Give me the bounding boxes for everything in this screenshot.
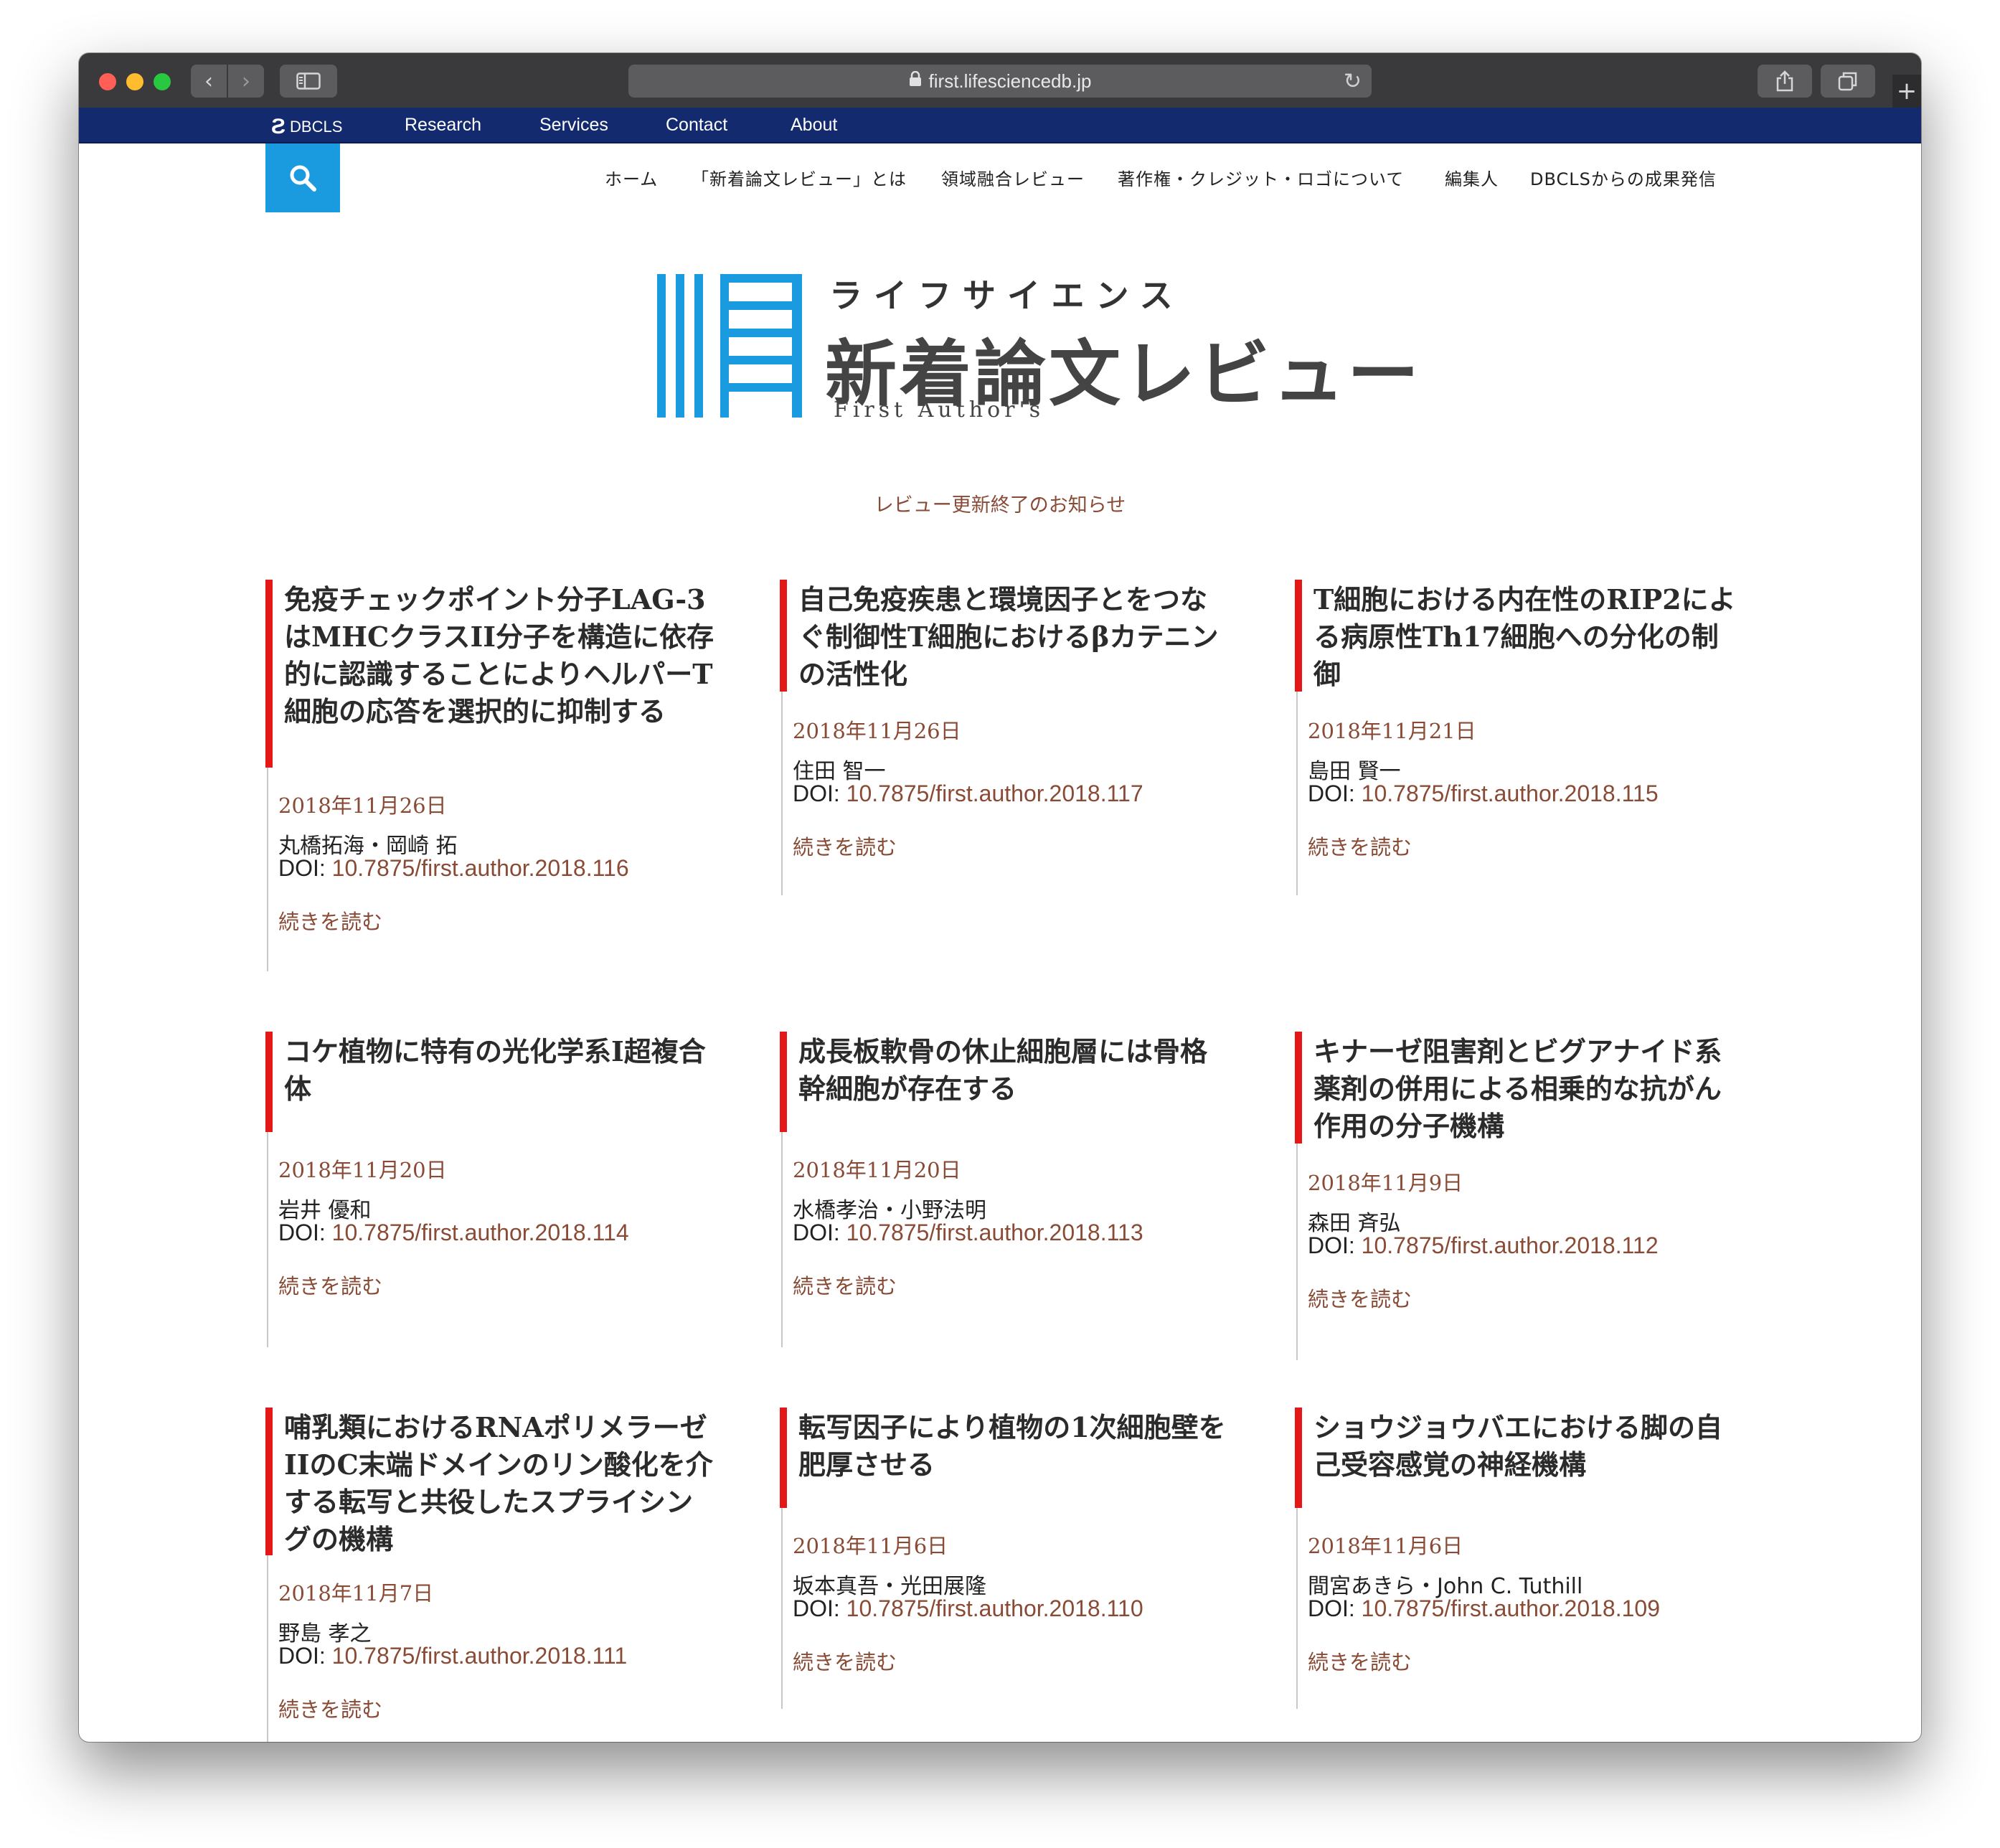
dbcls-bar: Ƨ DBCLS Research Services Contact About <box>79 108 1921 143</box>
dbcls-nav-research[interactable]: Research <box>405 115 481 136</box>
article-title[interactable]: 成長板軟骨の休止細胞層には骨格幹細胞が存在する <box>798 1033 1229 1108</box>
site-nav-editor[interactable]: 編集人 <box>1445 165 1499 190</box>
close-window-button[interactable] <box>99 73 116 90</box>
article-date: 2018年11月26日 <box>278 793 447 818</box>
article-date: 2018年11月7日 <box>278 1581 434 1606</box>
dbcls-nav-contact[interactable]: Contact <box>666 115 727 136</box>
article-doi: DOI: 10.7875/first.author.2018.114 <box>278 1220 629 1245</box>
article-doi: DOI: 10.7875/first.author.2018.110 <box>793 1595 1143 1621</box>
card-accent-bar <box>265 1408 273 1555</box>
reload-icon[interactable]: ↻ <box>1344 69 1362 94</box>
minimize-window-button[interactable] <box>126 73 143 90</box>
article-date: 2018年11月20日 <box>793 1158 961 1182</box>
forward-icon: › <box>242 68 250 94</box>
back-button[interactable]: ‹ <box>191 65 227 98</box>
dbcls-logo-icon: Ƨ <box>271 115 286 138</box>
article-doi: DOI: 10.7875/first.author.2018.111 <box>278 1643 628 1669</box>
article-title[interactable]: 哺乳類におけるRNAポリメラーゼIIのC末端ドメインのリン酸化を介する転写と共役… <box>284 1409 714 1558</box>
article-doi: DOI: 10.7875/first.author.2018.117 <box>793 781 1143 806</box>
read-more-link[interactable]: 続きを読む <box>793 1646 897 1676</box>
doi-link[interactable]: 10.7875/first.author.2018.116 <box>332 855 629 881</box>
card-accent-bar <box>1295 580 1302 692</box>
dbcls-nav-services[interactable]: Services <box>539 115 608 136</box>
site-nav-dbcls-output[interactable]: DBCLSからの成果発信 <box>1530 165 1717 190</box>
card-accent-bar <box>780 1408 787 1508</box>
article-title[interactable]: 免疫チェックポイント分子LAG-3はMHCクラスII分子を構造に依存的に認識する… <box>284 581 714 730</box>
article-doi: DOI: 10.7875/first.author.2018.116 <box>278 855 629 881</box>
zoom-window-button[interactable] <box>154 73 171 90</box>
address-bar[interactable]: first.lifesciencedb.jp ↻ <box>628 65 1372 98</box>
doi-link[interactable]: 10.7875/first.author.2018.114 <box>332 1220 629 1245</box>
article-title[interactable]: コケ植物に特有の光化学系I超複合体 <box>284 1033 714 1108</box>
site-nav-interdisciplinary[interactable]: 領域融合レビュー <box>941 165 1085 190</box>
site-nav-copyright[interactable]: 著作権・クレジット・ロゴについて <box>1118 165 1404 190</box>
read-more-link[interactable]: 続きを読む <box>1308 1646 1412 1676</box>
article-date: 2018年11月9日 <box>1308 1171 1463 1195</box>
card-accent-bar <box>1295 1408 1302 1508</box>
article-date: 2018年11月6日 <box>793 1534 948 1558</box>
card-accent-bar <box>265 1032 273 1132</box>
logo-kana: ライフサイエンス <box>829 276 1184 315</box>
doi-link[interactable]: 10.7875/first.author.2018.112 <box>1362 1232 1659 1258</box>
read-more-link[interactable]: 続きを読む <box>278 1693 382 1723</box>
article-date: 2018年11月20日 <box>278 1158 447 1182</box>
article-doi: DOI: 10.7875/first.author.2018.109 <box>1308 1595 1660 1621</box>
logo-english: First Author's <box>834 397 1045 423</box>
article-title[interactable]: T細胞における内在性のRIP2による病原性Th17細胞への分化の制御 <box>1313 581 1744 693</box>
doi-link[interactable]: 10.7875/first.author.2018.109 <box>1362 1595 1660 1621</box>
article-date: 2018年11月6日 <box>1308 1534 1463 1558</box>
tabs-icon <box>1838 72 1857 91</box>
share-button[interactable] <box>1758 65 1812 98</box>
dbcls-logo[interactable]: Ƨ DBCLS <box>271 115 342 139</box>
site-nav-about-review[interactable]: 「新着論文レビュー」とは <box>692 165 907 190</box>
doi-link[interactable]: 10.7875/first.author.2018.113 <box>846 1220 1143 1245</box>
back-icon: ‹ <box>204 68 213 94</box>
doi-link[interactable]: 10.7875/first.author.2018.117 <box>846 781 1143 806</box>
read-more-link[interactable]: 続きを読む <box>278 1270 382 1300</box>
read-more-link[interactable]: 続きを読む <box>793 1270 897 1300</box>
card-accent-bar <box>780 580 787 692</box>
article-date: 2018年11月26日 <box>793 719 961 743</box>
article-doi: DOI: 10.7875/first.author.2018.115 <box>1308 781 1659 806</box>
search-icon <box>290 165 316 192</box>
article-doi: DOI: 10.7875/first.author.2018.112 <box>1308 1232 1659 1258</box>
read-more-link[interactable]: 続きを読む <box>1308 1283 1412 1313</box>
article-title[interactable]: 転写因子により植物の1次細胞壁を肥厚させる <box>798 1409 1229 1484</box>
url-text: first.lifesciencedb.jp <box>928 70 1092 92</box>
dbcls-nav-about[interactable]: About <box>791 115 837 136</box>
read-more-link[interactable]: 続きを読む <box>1308 831 1412 861</box>
card-accent-bar <box>780 1032 787 1132</box>
article-title[interactable]: ショウジョウバエにおける脚の自己受容感覚の神経機構 <box>1313 1409 1744 1484</box>
show-tabs-button[interactable] <box>1821 65 1875 98</box>
article-title[interactable]: キナーゼ阻害剤とビグアナイド系薬剤の併用による相乗的な抗がん作用の分子機構 <box>1313 1033 1744 1145</box>
doi-link[interactable]: 10.7875/first.author.2018.110 <box>846 1595 1143 1621</box>
lock-icon <box>909 70 922 91</box>
doi-link[interactable]: 10.7875/first.author.2018.115 <box>1362 781 1659 806</box>
doi-link[interactable]: 10.7875/first.author.2018.111 <box>332 1643 628 1669</box>
browser-window: ‹ › first.lifesciencedb.jp ↻ + Ƨ DBCLS R… <box>79 53 1921 1742</box>
forward-button[interactable]: › <box>228 65 264 98</box>
article-title[interactable]: 自己免疫疾患と環境因子とをつなぐ制御性T細胞におけるβカテニンの活性化 <box>798 581 1229 693</box>
dbcls-logo-text: DBCLS <box>290 118 343 136</box>
card-accent-bar <box>1295 1032 1302 1144</box>
article-date: 2018年11月21日 <box>1308 719 1476 743</box>
read-more-link[interactable]: 続きを読む <box>793 831 897 861</box>
share-icon <box>1776 70 1793 92</box>
sidebar-icon <box>296 72 321 90</box>
browser-titlebar: ‹ › first.lifesciencedb.jp ↻ + <box>79 53 1921 108</box>
notice-link[interactable]: レビュー更新終了のお知らせ <box>79 489 1921 517</box>
card-accent-bar <box>265 580 273 768</box>
site-logo-mark[interactable] <box>657 274 802 418</box>
article-doi: DOI: 10.7875/first.author.2018.113 <box>793 1220 1143 1245</box>
search-button[interactable] <box>265 143 340 212</box>
plus-icon: + <box>1896 77 1918 105</box>
read-more-link[interactable]: 続きを読む <box>278 905 382 935</box>
new-tab-button[interactable]: + <box>1892 75 1921 108</box>
sidebar-toggle-button[interactable] <box>280 65 337 98</box>
site-nav-home[interactable]: ホーム <box>605 165 658 190</box>
